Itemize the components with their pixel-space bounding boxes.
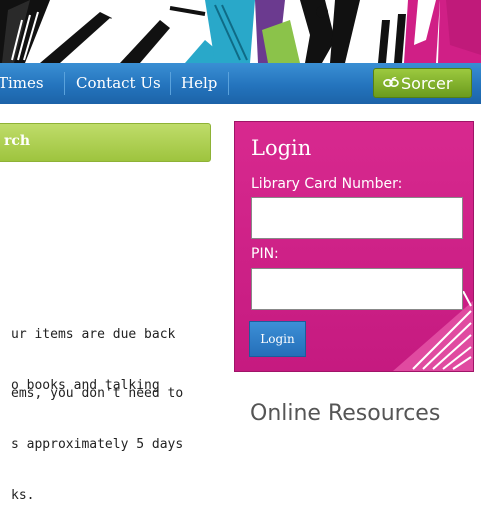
- pin-input[interactable]: [251, 268, 463, 310]
- nav-item-contact-us[interactable]: Contact Us: [76, 63, 161, 104]
- sorcer-label: Sorcer: [401, 74, 453, 93]
- card-number-input[interactable]: [251, 197, 463, 239]
- nav-item-help[interactable]: Help: [181, 63, 217, 104]
- text-line: s approximately 5 days: [11, 437, 184, 452]
- pin-label: PIN:: [251, 246, 279, 262]
- login-panel: Login Library Card Number: PIN: Login: [234, 121, 474, 372]
- nav-item-times[interactable]: Times: [0, 63, 44, 104]
- login-title: Login: [251, 136, 312, 160]
- banner-artwork: [0, 0, 481, 63]
- text-line: ur items are due back: [11, 327, 176, 342]
- link-icon: [381, 69, 401, 99]
- text-line: ks.: [11, 488, 35, 503]
- text-line: ems, you don't need to: [11, 386, 184, 401]
- search-label: rch: [4, 133, 31, 149]
- nav-divider: [170, 72, 171, 95]
- login-button[interactable]: Login: [249, 321, 306, 357]
- nav-divider: [228, 72, 229, 95]
- nav-divider: [64, 72, 65, 95]
- search-bar[interactable]: rch: [0, 123, 211, 162]
- card-number-label: Library Card Number:: [251, 176, 403, 192]
- header-banner: [0, 0, 481, 63]
- online-resources-heading: Online Resources: [250, 401, 441, 426]
- renew-info-paragraph: ems, you don't need to s approximately 5…: [11, 351, 183, 521]
- sorcer-button[interactable]: Sorcer: [373, 68, 472, 98]
